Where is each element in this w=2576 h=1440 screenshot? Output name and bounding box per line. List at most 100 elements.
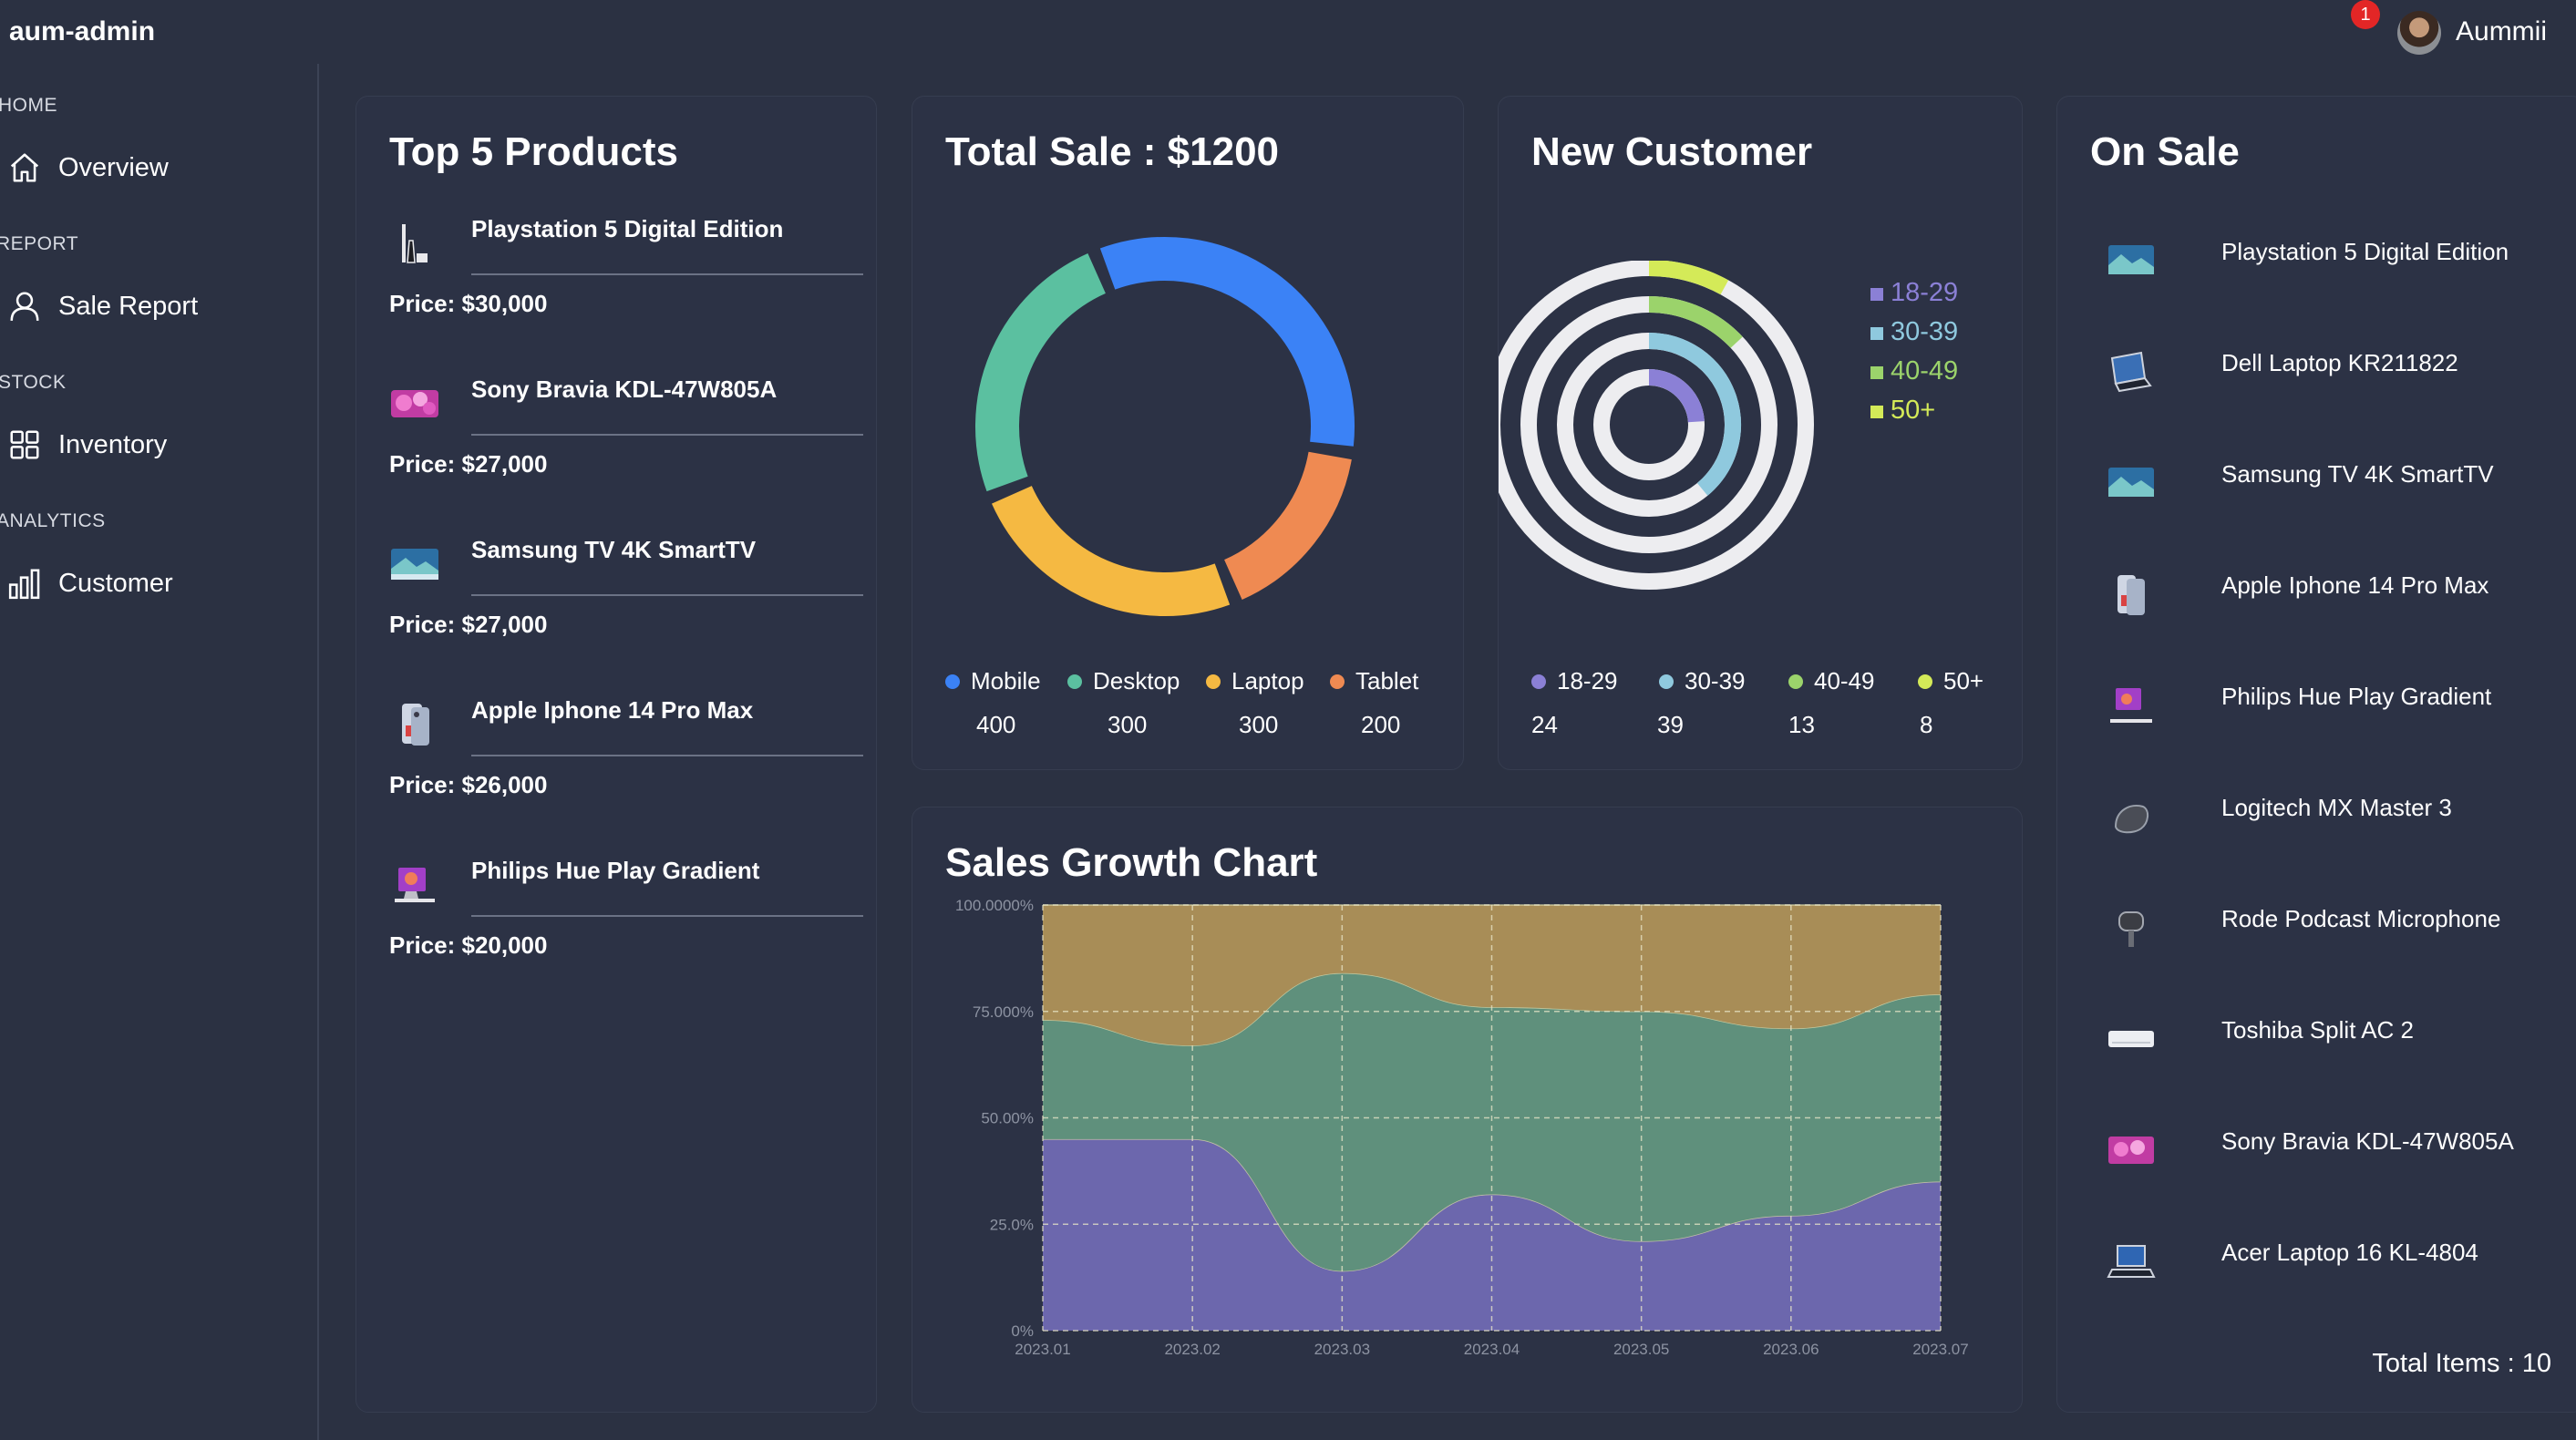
legend-dot [1067, 674, 1082, 689]
sidebar-item-label: Customer [58, 568, 173, 598]
tv-icon [2108, 468, 2154, 497]
total-sale-title: Total Sale : $1200 [945, 129, 1280, 174]
list-item[interactable]: Philips Hue Play Gradient [2107, 674, 2526, 737]
y-tick-label: 0% [1011, 1322, 1034, 1340]
legend-item-40-49[interactable]: 40-49 [1788, 667, 1875, 695]
radial-bar-50+[interactable] [1648, 261, 1729, 295]
list-item[interactable]: Apple Iphone 14 Pro Max [2107, 562, 2526, 626]
y-tick-label: 25.0% [990, 1216, 1034, 1233]
product-name: Logitech MX Master 3 [2221, 794, 2452, 821]
mouse-icon [2114, 805, 2148, 834]
legend-label: Mobile [971, 667, 1041, 694]
total-items: Total Items : 10 [2372, 1349, 2551, 1378]
sidebar-item-label: Inventory [58, 429, 168, 459]
radial-legend-label: 18-29 [1891, 278, 1958, 307]
radial-legend-swatch [1870, 366, 1883, 379]
donut-slice-desktop[interactable] [975, 252, 1107, 492]
sidebar: HOME Overview REPORT Sale Report STOCK I… [0, 64, 319, 1440]
legend-dot [1206, 674, 1221, 689]
list-item[interactable]: Toshiba Split AC 2 [2107, 1007, 2526, 1071]
x-tick-label: 2023.03 [1314, 1341, 1370, 1358]
list-item[interactable]: Playstation 5 Digital Edition Price: $30… [389, 208, 863, 368]
air-conditioner-icon [2108, 1031, 2154, 1047]
legend-item-tablet[interactable]: Tablet [1330, 667, 1418, 695]
radial-legend-label: 40-49 [1891, 356, 1958, 386]
x-tick-label: 2023.04 [1464, 1341, 1520, 1358]
new-customer-title: New Customer [1531, 129, 1813, 174]
product-name: Philips Hue Play Gradient [2221, 683, 2492, 710]
product-name: Apple Iphone 14 Pro Max [2221, 571, 2489, 599]
donut-slice-mobile[interactable] [1099, 237, 1355, 447]
microphone-icon [2118, 911, 2144, 947]
x-tick-label: 2023.06 [1763, 1341, 1819, 1358]
donut-slice-laptop[interactable] [991, 485, 1231, 616]
product-name: Samsung TV 4K SmartTV [2221, 460, 2494, 488]
legend-value-desktop: 300 [1108, 711, 1148, 738]
list-item[interactable]: Logitech MX Master 3 [2107, 785, 2526, 849]
list-item[interactable]: Acer Laptop 16 KL-4804 [2107, 1229, 2526, 1293]
list-item[interactable]: Philips Hue Play Gradient Price: $20,000 [389, 849, 863, 1010]
avatar[interactable] [2397, 11, 2441, 55]
product-name: Rode Podcast Microphone [2221, 905, 2501, 932]
list-item[interactable]: Samsung TV 4K SmartTV [2107, 451, 2526, 515]
legend-item-laptop[interactable]: Laptop [1206, 667, 1304, 695]
legend-label: 40-49 [1814, 667, 1875, 694]
legend-item-desktop[interactable]: Desktop [1067, 667, 1180, 695]
sales-growth-area-chart: 0% 25.0% 50.00% 75.000% 100.0000% 2023.01 2023… [955, 897, 1969, 1358]
sidebar-item-customer[interactable]: Customer [7, 561, 299, 606]
sidebar-item-sale-report[interactable]: Sale Report [7, 283, 299, 329]
y-tick-label: 100.0000% [955, 897, 1034, 914]
y-tick-label: 75.000% [973, 1003, 1034, 1021]
playstation-icon [2108, 245, 2154, 274]
legend-item-mobile[interactable]: Mobile [945, 667, 1041, 695]
list-item[interactable]: Playstation 5 Digital Edition [2107, 229, 2526, 293]
legend-item-30-39[interactable]: 30-39 [1659, 667, 1746, 695]
new-customer-card: New Customer 18-29 30-39 40-49 50+ 18-29 30… [1498, 96, 2023, 770]
radial-track-50+ [1499, 261, 1814, 590]
list-item[interactable]: Sony Bravia KDL-47W805A [2107, 1118, 2526, 1182]
notification-badge[interactable]: 1 [2351, 0, 2380, 29]
sidebar-item-overview[interactable]: Overview [7, 145, 299, 190]
product-price: Price: $30,000 [389, 290, 548, 317]
tv-flower-icon [2108, 1137, 2154, 1164]
product-name: Sony Bravia KDL-47W805A [2221, 1127, 2514, 1155]
sidebar-item-inventory[interactable]: Inventory [7, 422, 299, 468]
tv-landscape-icon [391, 549, 438, 580]
divider [471, 915, 863, 917]
product-name: Apple Iphone 14 Pro Max [471, 696, 754, 724]
sidebar-item-label: Sale Report [58, 291, 199, 321]
product-price: Price: $27,000 [389, 450, 548, 478]
list-item[interactable]: Apple Iphone 14 Pro Max Price: $26,000 [389, 689, 863, 849]
laptop-icon [2107, 1245, 2156, 1278]
legend-label: Tablet [1355, 667, 1419, 694]
top-products-card: Top 5 Products Playstation 5 Digital Edi… [355, 96, 877, 1413]
sidebar-item-label: Overview [58, 152, 169, 182]
radial-bar-18-29[interactable] [1648, 369, 1705, 423]
username[interactable]: Aummii [2456, 16, 2547, 47]
legend-item-18-29[interactable]: 18-29 [1531, 667, 1618, 695]
divider [471, 594, 863, 596]
legend-label: 18-29 [1557, 667, 1618, 694]
product-name: Toshiba Split AC 2 [2221, 1016, 2415, 1044]
product-price: Price: $27,000 [389, 611, 548, 638]
hue-lamp-icon [395, 868, 435, 902]
divider [471, 273, 863, 275]
radial-legend-swatch [1870, 288, 1883, 301]
product-name: Sony Bravia KDL-47W805A [471, 375, 778, 403]
legend-item-50-plus[interactable]: 50+ [1918, 667, 1984, 695]
playstation-icon [402, 224, 428, 263]
grid-icon [10, 430, 39, 459]
list-item[interactable]: Dell Laptop KR211822 [2107, 340, 2526, 404]
legend-dot [945, 674, 960, 689]
legend-value-40-49: 13 [1788, 711, 1815, 738]
legend-label: Laptop [1231, 667, 1304, 694]
donut-slice-tablet[interactable] [1223, 451, 1352, 601]
divider [471, 755, 863, 756]
list-item[interactable]: Samsung TV 4K SmartTV Price: $27,000 [389, 529, 863, 689]
radial-legend-label: 30-39 [1891, 317, 1958, 346]
top-products-title: Top 5 Products [389, 129, 678, 174]
list-item[interactable]: Rode Podcast Microphone [2107, 896, 2526, 960]
bar-chart-icon [8, 569, 40, 600]
app-title[interactable]: aum-admin [9, 16, 155, 47]
list-item[interactable]: Sony Bravia KDL-47W805A Price: $27,000 [389, 368, 863, 529]
